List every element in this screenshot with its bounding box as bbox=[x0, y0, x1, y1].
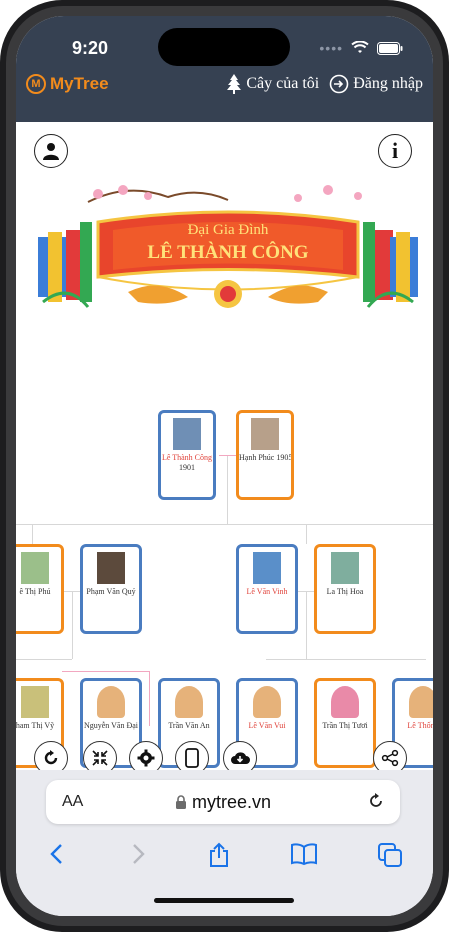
person-photo bbox=[21, 686, 49, 718]
person-name: Lê Thành Công bbox=[161, 453, 213, 462]
dynamic-island bbox=[158, 28, 290, 66]
banner-line2: LÊ THÀNH CÔNG bbox=[147, 242, 309, 263]
forward-icon[interactable] bbox=[127, 842, 149, 866]
tree-canvas[interactable]: i Đại Gia Đình LÊ THÀNH CÔNG Lê Thành Cô… bbox=[16, 122, 433, 770]
person-photo bbox=[331, 552, 359, 584]
address-bar[interactable]: AA mytree.vn bbox=[46, 780, 400, 824]
person-card[interactable]: Phạm Văn Quý bbox=[80, 544, 142, 634]
profile-button[interactable] bbox=[34, 134, 68, 168]
url-display[interactable]: mytree.vn bbox=[46, 792, 400, 813]
device-view-button[interactable] bbox=[175, 741, 209, 770]
person-name: ham Thị Vỹ bbox=[16, 721, 55, 730]
connector-line bbox=[72, 591, 73, 659]
lock-icon bbox=[175, 795, 186, 809]
person-card[interactable]: Lê Thành Công 1901 bbox=[158, 410, 216, 500]
logo-mark-icon: M bbox=[26, 74, 46, 94]
reload-icon[interactable] bbox=[366, 791, 386, 811]
tablet-icon bbox=[185, 748, 199, 768]
person-year: 1901 bbox=[179, 463, 195, 472]
person-name: Lê Thống bbox=[407, 721, 433, 730]
safari-toolbar bbox=[16, 842, 433, 868]
male-avatar-icon bbox=[175, 686, 203, 718]
connector-line bbox=[306, 524, 307, 544]
share-icon bbox=[381, 749, 399, 767]
download-button[interactable] bbox=[223, 741, 257, 770]
signal-dots-icon: •••• bbox=[319, 40, 343, 56]
family-banner: Đại Gia Đình LÊ THÀNH CÔNG bbox=[28, 182, 428, 327]
person-card[interactable]: Hạnh Phúc 1905 bbox=[236, 410, 294, 500]
person-name: Phạm Văn Quý bbox=[86, 587, 136, 596]
screen: 9:20 •••• M MyTree Cây của tôi Đăng nhập… bbox=[16, 16, 433, 916]
person-name: Nguyễn Văn Đại bbox=[83, 721, 139, 730]
connector-line bbox=[32, 524, 33, 544]
person-photo bbox=[253, 552, 281, 584]
app-navbar: M MyTree Cây của tôi Đăng nhập bbox=[16, 74, 433, 122]
login-label: Đăng nhập bbox=[353, 75, 423, 92]
person-photo bbox=[173, 418, 201, 450]
back-icon[interactable] bbox=[46, 842, 68, 866]
tree-icon bbox=[227, 74, 242, 94]
my-tree-link[interactable]: Cây của tôi bbox=[226, 74, 319, 94]
male-avatar-icon bbox=[253, 686, 281, 718]
male-avatar-icon bbox=[409, 686, 433, 718]
status-time: 9:20 bbox=[72, 38, 109, 58]
spouse-line bbox=[62, 671, 150, 672]
share-button[interactable] bbox=[373, 741, 407, 770]
connector-line bbox=[16, 659, 72, 660]
person-name: Lê Văn Vinh bbox=[246, 587, 288, 596]
person-card[interactable]: ê Thị Phú bbox=[16, 544, 64, 634]
share-sheet-icon[interactable] bbox=[208, 842, 230, 868]
status-icons: •••• bbox=[319, 40, 403, 56]
collapse-button[interactable] bbox=[83, 741, 117, 770]
person-name: Trần Thị Tươi bbox=[322, 721, 368, 730]
login-link[interactable]: Đăng nhập bbox=[329, 74, 423, 94]
person-name: ê Thị Phú bbox=[19, 587, 51, 596]
person-name: Trần Văn An bbox=[168, 721, 210, 730]
safari-bottom-bar: AA mytree.vn bbox=[16, 770, 433, 916]
info-button[interactable]: i bbox=[378, 134, 412, 168]
person-name: La Thị Hoa bbox=[326, 587, 364, 596]
banner-line1: Đại Gia Đình bbox=[187, 222, 269, 238]
female-avatar-icon bbox=[331, 686, 359, 718]
gear-icon bbox=[137, 749, 155, 767]
collapse-icon bbox=[92, 750, 108, 766]
person-photo bbox=[21, 552, 49, 584]
battery-icon bbox=[377, 41, 403, 55]
my-tree-label: Cây của tôi bbox=[246, 75, 320, 92]
nav-links: Cây của tôi Đăng nhập bbox=[226, 74, 423, 94]
connector-line bbox=[306, 591, 307, 659]
info-icon: i bbox=[391, 138, 399, 163]
logo-text: MyTree bbox=[50, 74, 109, 93]
person-icon bbox=[43, 143, 59, 160]
person-photo bbox=[251, 418, 279, 450]
person-name: Lê Văn Vui bbox=[248, 721, 286, 730]
person-card[interactable]: La Thị Hoa bbox=[314, 544, 376, 634]
refresh-button[interactable] bbox=[34, 741, 68, 770]
mytree-logo[interactable]: M MyTree bbox=[26, 74, 109, 94]
person-card[interactable]: Trần Thị Tươi bbox=[314, 678, 376, 768]
url-text: mytree.vn bbox=[191, 792, 272, 812]
spouse-line bbox=[219, 455, 237, 456]
cloud-download-icon bbox=[231, 752, 250, 764]
login-icon bbox=[329, 74, 349, 94]
person-photo bbox=[97, 552, 125, 584]
bookmarks-icon[interactable] bbox=[290, 842, 318, 866]
connector-line bbox=[227, 456, 228, 524]
settings-button[interactable] bbox=[129, 741, 163, 770]
tabs-icon[interactable] bbox=[377, 842, 403, 868]
person-card[interactable]: Lê Văn Vinh bbox=[236, 544, 298, 634]
refresh-icon bbox=[44, 750, 58, 765]
connector-line bbox=[16, 524, 433, 525]
person-name: Hạnh Phúc 1905 bbox=[239, 453, 291, 462]
male-avatar-icon bbox=[97, 686, 125, 718]
phone-frame: 9:20 •••• M MyTree Cây của tôi Đăng nhập… bbox=[0, 0, 449, 932]
wifi-icon bbox=[351, 41, 369, 53]
spouse-line bbox=[149, 671, 150, 726]
home-indicator bbox=[154, 898, 294, 903]
connector-line bbox=[266, 659, 426, 660]
connector-line bbox=[62, 591, 80, 592]
